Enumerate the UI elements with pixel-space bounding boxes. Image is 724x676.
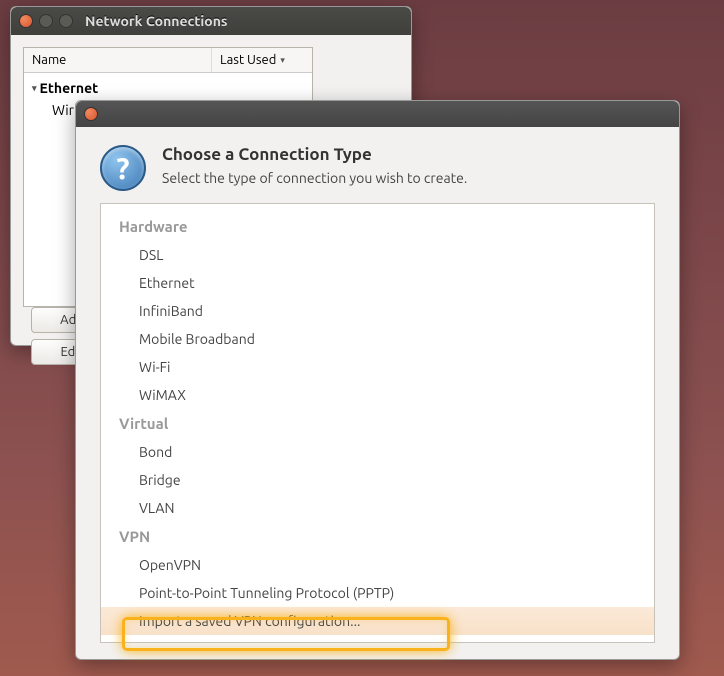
triangle-down-icon: ▾ (32, 83, 37, 94)
close-icon[interactable] (19, 14, 33, 28)
opt-bridge[interactable]: Bridge (101, 466, 654, 494)
opt-wimax[interactable]: WiMAX (101, 381, 654, 409)
group-vpn: VPN (101, 522, 654, 551)
opt-openvpn[interactable]: OpenVPN (101, 551, 654, 579)
opt-import-vpn[interactable]: Import a saved VPN configuration... (101, 607, 654, 635)
minimize-icon[interactable] (39, 14, 53, 28)
list-header: Name Last Used▾ (24, 48, 312, 73)
col-name[interactable]: Name (24, 48, 212, 72)
opt-pptp[interactable]: Point-to-Point Tunneling Protocol (PPTP) (101, 579, 654, 607)
connection-type-dialog: ? Choose a Connection Type Select the ty… (75, 100, 680, 660)
group-virtual: Virtual (101, 409, 654, 438)
maximize-icon[interactable] (59, 14, 73, 28)
dialog-title: Choose a Connection Type (162, 145, 467, 164)
col-lastused[interactable]: Last Used▾ (212, 48, 312, 72)
tree-category[interactable]: ▾Ethernet (30, 77, 306, 99)
close-icon[interactable] (84, 107, 98, 121)
connection-type-list[interactable]: Hardware DSL Ethernet InfiniBand Mobile … (100, 203, 655, 643)
window-title: Network Connections (85, 13, 228, 29)
dialog-subtitle: Select the type of connection you wish t… (162, 170, 467, 186)
dialog-titlebar[interactable] (76, 101, 679, 127)
window-titlebar[interactable]: Network Connections (11, 7, 411, 35)
opt-mobile-broadband[interactable]: Mobile Broadband (101, 325, 654, 353)
opt-dsl[interactable]: DSL (101, 241, 654, 269)
group-hardware: Hardware (101, 212, 654, 241)
opt-wifi[interactable]: Wi-Fi (101, 353, 654, 381)
chevron-down-icon: ▾ (280, 55, 285, 66)
opt-vlan[interactable]: VLAN (101, 494, 654, 522)
opt-infiniband[interactable]: InfiniBand (101, 297, 654, 325)
opt-ethernet[interactable]: Ethernet (101, 269, 654, 297)
opt-bond[interactable]: Bond (101, 438, 654, 466)
question-icon: ? (100, 145, 146, 191)
